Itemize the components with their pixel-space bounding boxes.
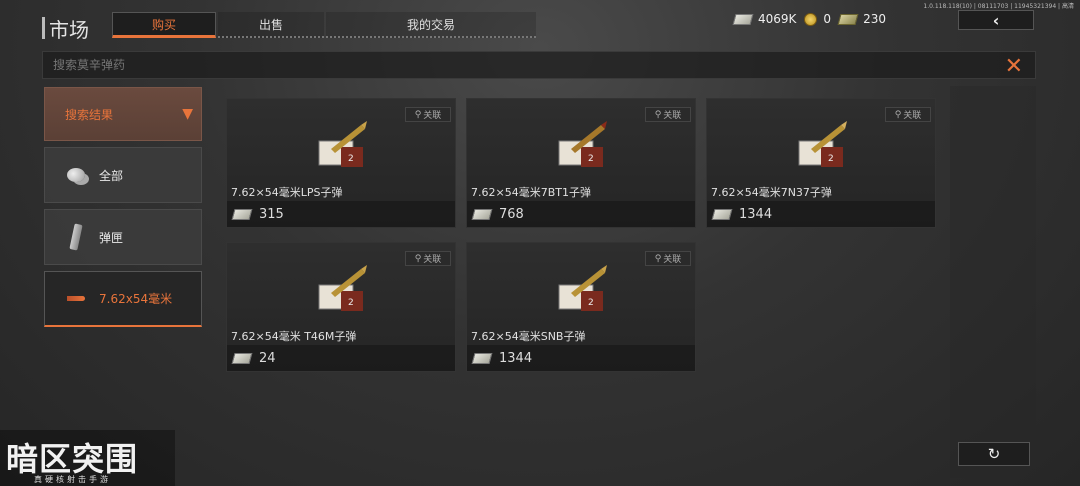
- link-button[interactable]: ⚲ 关联: [405, 107, 451, 122]
- cash-icon: [231, 352, 253, 364]
- item-price: 768: [499, 206, 524, 222]
- svg-text:2: 2: [588, 154, 594, 164]
- dollar-amount: 230: [863, 12, 886, 26]
- currency-bar: 4069K 0 230: [732, 12, 886, 26]
- dollar-bill-icon: [837, 13, 859, 25]
- item-name: 7.62×54毫米LPS子弹: [231, 186, 343, 199]
- title-accent-bar: [42, 17, 45, 39]
- item-card[interactable]: ⚲ 关联 2 7.62×54毫米LPS子弹 315: [226, 98, 456, 228]
- tab-my-trades[interactable]: 我的交易: [326, 12, 536, 38]
- cash-icon: [711, 208, 733, 220]
- item-card[interactable]: ⚲ 关联 2 7.62×54毫米SNB子弹 1344: [466, 242, 696, 372]
- item-price: 1344: [739, 206, 773, 222]
- sidebar-item-label: 7.62x54毫米: [99, 292, 173, 306]
- link-button[interactable]: ⚲ 关联: [645, 107, 691, 122]
- refresh-icon: ↻: [987, 445, 1001, 463]
- price-row: 315: [227, 201, 455, 227]
- tab-sell[interactable]: 出售: [218, 12, 324, 38]
- cash-amount: 4069K: [758, 12, 797, 26]
- coins-icon: [65, 164, 87, 186]
- ammo-box-icon: 2: [318, 121, 367, 167]
- sidebar-item-label: 弹匣: [99, 230, 124, 245]
- search-icon: ⚲: [654, 109, 662, 120]
- item-name: 7.62×54毫米7BT1子弹: [471, 186, 591, 199]
- price-row: 24: [227, 345, 455, 371]
- item-price: 24: [259, 350, 276, 366]
- price-row: 1344: [707, 201, 935, 227]
- sidebar-search-results[interactable]: 搜索结果 ▼: [44, 87, 202, 141]
- svg-text:2: 2: [588, 298, 594, 308]
- link-button[interactable]: ⚲ 关联: [645, 251, 691, 266]
- ammo-box-icon: 2: [558, 265, 607, 311]
- price-row: 1344: [467, 345, 695, 371]
- item-price: 1344: [499, 350, 533, 366]
- ammo-box-icon: 2: [798, 121, 847, 167]
- link-button[interactable]: ⚲ 关联: [405, 251, 451, 266]
- sidebar-item-label: 全部: [99, 168, 124, 183]
- chevron-left-icon: ‹: [992, 10, 1000, 30]
- currency-gold: 0: [804, 12, 831, 26]
- ammo-box-icon: 2: [318, 265, 367, 311]
- item-card[interactable]: ⚲ 关联 2 7.62×54毫米 T46M子弹 24: [226, 242, 456, 372]
- item-name: 7.62×54毫米 T46M子弹: [231, 330, 357, 343]
- search-icon: ⚲: [894, 109, 902, 120]
- cash-icon: [231, 208, 253, 220]
- game-logo: 暗区突围 真硬核射击手游: [0, 430, 175, 486]
- item-card[interactable]: ⚲ 关联 2 7.62×54毫米7N37子弹 1344: [706, 98, 936, 228]
- currency-dollar: 230: [837, 12, 886, 26]
- currency-cash: 4069K: [732, 12, 797, 26]
- sidebar-item-all[interactable]: 全部: [44, 147, 202, 203]
- sidebar: 搜索结果 ▼ 全部 弹匣 7.62x54毫米: [44, 87, 202, 333]
- ammo-box-icon: 2: [558, 121, 607, 167]
- search-bar: ✕: [42, 51, 1036, 79]
- search-icon: ⚲: [414, 109, 422, 120]
- refresh-button[interactable]: ↻: [958, 442, 1030, 466]
- link-button[interactable]: ⚲ 关联: [885, 107, 931, 122]
- cash-icon: [471, 352, 493, 364]
- page-title-wrap: 市场: [42, 14, 89, 42]
- svg-text:2: 2: [348, 154, 354, 164]
- svg-text:2: 2: [828, 154, 834, 164]
- item-grid: ⚲ 关联 2 7.62×54毫米LPS子弹 315 ⚲ 关联 2 7.62×54毫米…: [226, 98, 938, 372]
- tab-buy[interactable]: 购买: [112, 12, 216, 38]
- search-input[interactable]: [53, 58, 953, 72]
- item-price: 315: [259, 206, 284, 222]
- market-tabs: 购买 出售 我的交易: [112, 12, 536, 38]
- item-name: 7.62×54毫米SNB子弹: [471, 330, 586, 343]
- page-title: 市场: [49, 17, 89, 42]
- sidebar-item-magazines[interactable]: 弹匣: [44, 209, 202, 265]
- version-info: 1.0.118.118(10) | 08111703 | 11945321394…: [923, 3, 1074, 10]
- bullet-icon: [65, 288, 87, 310]
- close-icon[interactable]: ✕: [1005, 54, 1023, 79]
- back-button[interactable]: ‹: [958, 10, 1034, 30]
- chevron-down-icon: ▼: [182, 106, 193, 122]
- sidebar-header-label: 搜索结果: [65, 107, 114, 122]
- right-panel: [950, 86, 1036, 478]
- magazine-icon: [65, 223, 87, 251]
- cash-icon: [732, 13, 754, 25]
- item-card[interactable]: ⚲ 关联 2 7.62×54毫米7BT1子弹 768: [466, 98, 696, 228]
- sidebar-item-762x54[interactable]: 7.62x54毫米: [44, 271, 202, 327]
- gold-coin-icon: [804, 12, 818, 26]
- svg-text:2: 2: [348, 298, 354, 308]
- cash-icon: [471, 208, 493, 220]
- gold-amount: 0: [823, 12, 832, 26]
- price-row: 768: [467, 201, 695, 227]
- item-name: 7.62×54毫米7N37子弹: [711, 186, 832, 199]
- search-icon: ⚲: [414, 253, 422, 264]
- logo-subtitle: 真硬核射击手游: [34, 475, 111, 484]
- search-icon: ⚲: [654, 253, 662, 264]
